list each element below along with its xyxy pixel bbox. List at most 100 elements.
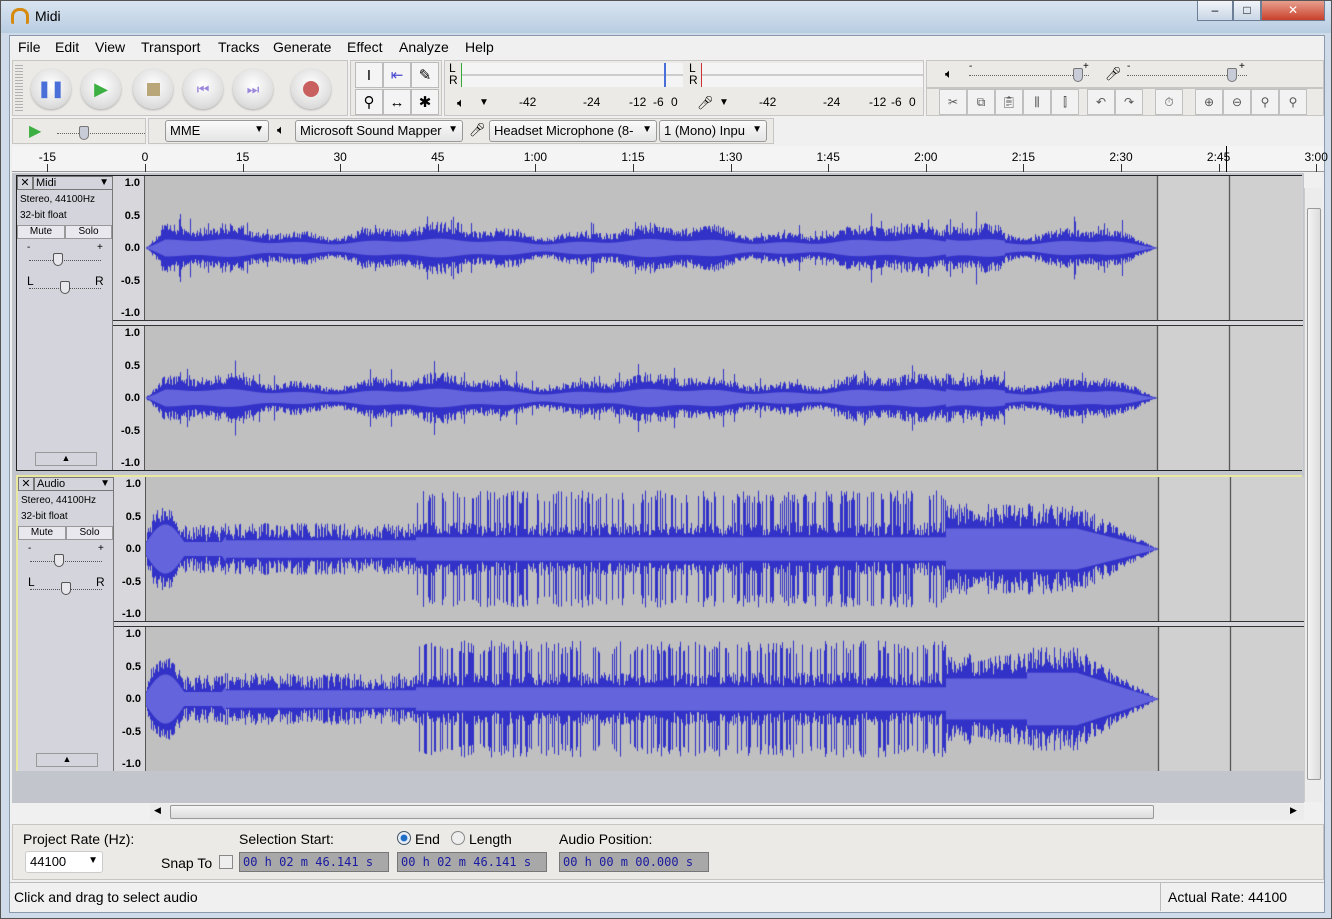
host-select[interactable]: MME ▼: [165, 120, 269, 142]
vertical-scrollbar[interactable]: [1304, 188, 1322, 802]
multi-tool[interactable]: ✱: [411, 89, 439, 115]
envelope-tool[interactable]: ⇤: [383, 62, 411, 88]
selection-start-field[interactable]: 00 h 02 m 46.141 s: [239, 852, 389, 872]
headphones-icon: [11, 8, 29, 24]
menu-file[interactable]: File: [18, 39, 41, 55]
pan-slider[interactable]: [30, 582, 102, 595]
vertical-ruler[interactable]: 1.0 0.5 0.0 -0.5 -1.0: [113, 326, 145, 470]
collapse-track-button[interactable]: ▲: [36, 753, 98, 767]
mute-button[interactable]: Mute: [17, 225, 65, 239]
vertical-ruler[interactable]: 1.0 0.5 0.0 -0.5 -1.0: [114, 627, 146, 771]
play-at-speed-icon[interactable]: ▶: [29, 121, 41, 141]
waveform-audio-ch1[interactable]: [146, 477, 1304, 621]
track-menu-button[interactable]: Midi ▼: [33, 176, 113, 190]
pause-button[interactable]: ❚❚: [31, 69, 71, 109]
speed-slider[interactable]: [57, 126, 145, 140]
playback-meter[interactable]: [461, 63, 683, 87]
input-device-select[interactable]: Headset Microphone (8- ▼: [489, 120, 657, 142]
close-button[interactable]: ✕: [1261, 1, 1325, 21]
gain-slider[interactable]: [30, 554, 102, 567]
menu-effect[interactable]: Effect: [347, 39, 383, 55]
fit-selection-button[interactable]: ⚲: [1251, 89, 1279, 115]
menu-edit[interactable]: Edit: [55, 39, 79, 55]
redo-button[interactable]: ↷: [1115, 89, 1143, 115]
selection-end-field[interactable]: 00 h 02 m 46.141 s: [397, 852, 547, 872]
scrollbar-thumb[interactable]: [170, 805, 1154, 819]
menu-tracks[interactable]: Tracks: [218, 39, 259, 55]
silence-button[interactable]: ⫿: [1051, 89, 1079, 115]
ruler-tick-label: 1:45: [816, 150, 840, 164]
trim-button[interactable]: ⫼: [1023, 89, 1051, 115]
chevron-down-icon[interactable]: ▼: [719, 97, 729, 108]
vertical-ruler[interactable]: 1.0 0.5 0.0 -0.5 -1.0: [113, 176, 145, 320]
menu-analyze[interactable]: Analyze: [399, 39, 449, 55]
scroll-left-icon[interactable]: ◀: [154, 805, 161, 816]
waveform-midi-ch1[interactable]: [145, 176, 1303, 320]
project-rate-select[interactable]: 44100 ▼: [25, 851, 103, 873]
waveform-midi-ch2[interactable]: [145, 326, 1303, 470]
paste-button[interactable]: 📋︎: [995, 89, 1023, 115]
copy-button[interactable]: ⧉: [967, 89, 995, 115]
draw-tool[interactable]: ✎: [411, 62, 439, 88]
timeline-ruler[interactable]: -15 0 15 30 45 1:00 1:15 1:30 1:45 2:00 2:15 2:30 2:…: [12, 146, 1328, 172]
audio-position-field[interactable]: 00 h 00 m 00.000 s: [559, 852, 709, 872]
track-midi[interactable]: ✕ Midi ▼ Stereo, 44100Hz 32-bit float Mut…: [16, 175, 1303, 471]
slider-thumb[interactable]: [61, 582, 71, 595]
record-meter[interactable]: [701, 63, 923, 87]
undo-button[interactable]: ↶: [1087, 89, 1115, 115]
input-channels-select[interactable]: 1 (Mono) Inpu ▼: [659, 120, 767, 142]
slider-thumb[interactable]: [54, 554, 64, 567]
gain-slider[interactable]: [29, 253, 101, 266]
end-radio[interactable]: [397, 831, 411, 845]
selection-tool[interactable]: I: [355, 62, 383, 88]
solo-button[interactable]: Solo: [65, 225, 112, 239]
mute-button[interactable]: Mute: [18, 526, 66, 540]
skip-start-button[interactable]: ⏮: [183, 69, 223, 109]
sync-lock-button[interactable]: ⏱: [1155, 89, 1183, 115]
slider-thumb[interactable]: [60, 281, 70, 294]
pan-slider[interactable]: [29, 281, 101, 294]
zoom-out-button[interactable]: ⊖: [1223, 89, 1251, 115]
track-control-panel[interactable]: ✕ Midi ▼ Stereo, 44100Hz 32-bit float Mut…: [17, 176, 113, 470]
track-control-panel[interactable]: ✕ Audio ▼ Stereo, 44100Hz 32-bit float Mu…: [18, 477, 114, 771]
track-audio[interactable]: ✕ Audio ▼ Stereo, 44100Hz 32-bit float Mu…: [16, 475, 1304, 771]
menu-help[interactable]: Help: [465, 39, 494, 55]
scroll-right-icon[interactable]: ▶: [1290, 805, 1297, 816]
play-button[interactable]: ▶: [81, 69, 121, 109]
vertical-ruler[interactable]: 1.0 0.5 0.0 -0.5 -1.0: [114, 477, 146, 621]
slider-thumb[interactable]: [1227, 68, 1237, 82]
playback-volume-slider[interactable]: [969, 68, 1089, 82]
chevron-down-icon: ▼: [88, 855, 98, 866]
close-track-button[interactable]: ✕: [17, 176, 33, 190]
chevron-down-icon[interactable]: ▼: [479, 97, 489, 108]
scrollbar-thumb[interactable]: [1307, 208, 1321, 780]
skip-end-button[interactable]: ⏭: [233, 69, 273, 109]
maximize-button[interactable]: □: [1233, 1, 1261, 21]
collapse-track-button[interactable]: ▲: [35, 452, 97, 466]
horizontal-scrollbar[interactable]: ◀ ▶: [150, 804, 1304, 820]
toolbar-grip[interactable]: [15, 65, 23, 111]
menu-view[interactable]: View: [95, 39, 125, 55]
minimize-button[interactable]: –: [1197, 1, 1233, 21]
solo-button[interactable]: Solo: [66, 526, 113, 540]
waveform-audio-ch2[interactable]: [146, 627, 1304, 771]
fit-project-button[interactable]: ⚲: [1279, 89, 1307, 115]
cut-button[interactable]: ✂: [939, 89, 967, 115]
slider-thumb[interactable]: [53, 253, 63, 266]
menu-transport[interactable]: Transport: [141, 39, 200, 55]
zoom-in-button[interactable]: ⊕: [1195, 89, 1223, 115]
amplitude-label: 0.0: [125, 693, 141, 705]
output-device-select[interactable]: Microsoft Sound Mapper ▼: [295, 120, 463, 142]
stop-button[interactable]: [133, 69, 173, 109]
length-radio[interactable]: [451, 831, 465, 845]
menu-generate[interactable]: Generate: [273, 39, 331, 55]
snap-to-checkbox[interactable]: [219, 855, 233, 869]
track-menu-button[interactable]: Audio ▼: [34, 477, 114, 491]
record-volume-slider[interactable]: [1127, 68, 1247, 82]
slider-thumb[interactable]: [1073, 68, 1083, 82]
slider-thumb[interactable]: [79, 126, 89, 140]
zoom-tool[interactable]: ⚲: [355, 89, 383, 115]
record-button[interactable]: [291, 69, 331, 109]
close-track-button[interactable]: ✕: [18, 477, 34, 491]
timeshift-tool[interactable]: ↔: [383, 89, 411, 115]
